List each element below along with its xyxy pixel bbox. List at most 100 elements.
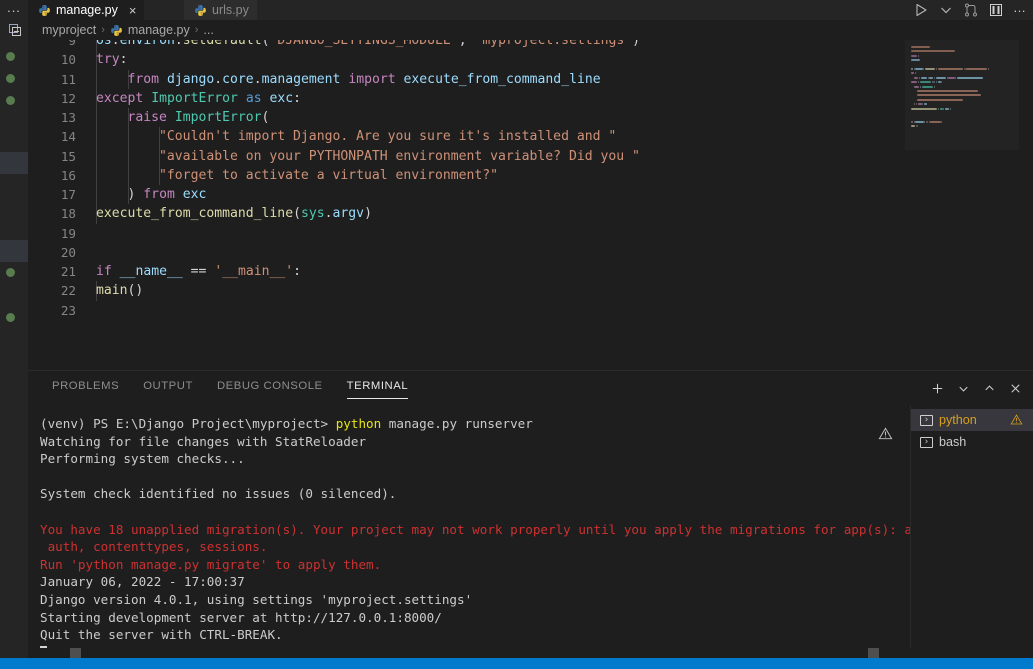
code-line[interactable]: 11 from django.core.management import exe… xyxy=(28,69,1033,89)
code-token: . xyxy=(253,71,262,87)
close-icon[interactable]: × xyxy=(129,4,137,17)
status-bar[interactable] xyxy=(0,658,1033,669)
minimap-line xyxy=(911,54,918,57)
code-text: "Couldn't import Django. Are you sure it… xyxy=(159,127,616,146)
minimap-line xyxy=(917,90,979,92)
panel-tab-terminal[interactable]: TERMINAL xyxy=(346,380,409,399)
line-number: 12 xyxy=(60,90,76,106)
panel-tab-list: PROBLEMS OUTPUT DEBUG CONSOLE TERMINAL xyxy=(28,371,1033,405)
code-line[interactable]: 18 execute_from_command_line(sys.argv) xyxy=(28,204,1033,224)
minimap-line xyxy=(937,68,963,70)
code-line[interactable]: 14 "Couldn't import Django. Are you sure … xyxy=(28,127,1033,147)
code-token: from xyxy=(127,71,160,87)
horizontal-scrollbar[interactable] xyxy=(0,648,1033,658)
tab-manage-py[interactable]: manage.py × xyxy=(28,0,145,20)
python-file-icon xyxy=(194,4,207,17)
editor-overview-ruler[interactable] xyxy=(1019,40,1033,370)
plus-icon[interactable] xyxy=(930,381,945,396)
terminal-list-item-python[interactable]: › python xyxy=(911,409,1033,431)
code-token: environ xyxy=(119,40,175,48)
code-token: management xyxy=(261,71,341,87)
code-text: try: xyxy=(96,50,128,69)
code-token: execute_from_command_line xyxy=(96,206,294,222)
scrollbar-thumb[interactable] xyxy=(868,648,879,658)
chevron-down-icon[interactable] xyxy=(938,2,954,18)
split-editor-icon[interactable] xyxy=(7,22,23,38)
breadcrumb-item-file[interactable]: manage.py xyxy=(128,23,190,37)
tab-label: urls.py xyxy=(212,3,249,17)
terminal-list-item-bash[interactable]: › bash xyxy=(911,431,1033,453)
code-text: main() xyxy=(96,281,143,300)
code-line[interactable]: 22 main() xyxy=(28,281,1033,301)
code-token: : xyxy=(293,264,302,279)
code-line[interactable]: 16 "forget to activate a virtual environm… xyxy=(28,165,1033,185)
terminal-line: Starting development server at http://12… xyxy=(40,609,910,627)
chevron-up-icon[interactable] xyxy=(982,381,997,396)
code-line[interactable]: 17) from exc xyxy=(28,185,1033,205)
code-line[interactable]: 20 xyxy=(28,243,1033,262)
line-number: 17 xyxy=(60,187,76,202)
code-token: , xyxy=(458,40,475,48)
scrollbar-left-pad xyxy=(0,648,28,658)
code-token: 'myproject.settings' xyxy=(474,40,633,48)
activity-more-icon[interactable]: ... xyxy=(3,1,25,17)
breadcrumb-item-symbol[interactable]: ... xyxy=(203,23,213,37)
code-line[interactable]: 13 raise ImportError( xyxy=(28,108,1033,128)
close-icon[interactable] xyxy=(1008,381,1023,396)
code-line[interactable]: 10 try: xyxy=(28,50,1033,70)
code-line[interactable]: 9 os.environ.setdefault('DJANGO_SETTINGS_… xyxy=(28,40,1033,51)
line-number: 19 xyxy=(60,225,76,241)
code-token: 'DJANGO_SETTINGS_MODULE' xyxy=(269,40,459,48)
minimap-line xyxy=(937,81,941,84)
code-line[interactable]: 12 except ImportError as exc: xyxy=(28,88,1033,108)
code-line[interactable]: 19 xyxy=(28,224,1033,243)
terminal-line: Performing system checks... xyxy=(40,450,910,468)
code-token: ( xyxy=(293,206,301,222)
overview-marker xyxy=(6,52,15,61)
bottom-panel: PROBLEMS OUTPUT DEBUG CONSOLE TERMINAL (… xyxy=(28,370,1033,660)
source-control-icon[interactable] xyxy=(963,2,979,18)
play-icon[interactable] xyxy=(913,2,929,18)
breadcrumb-separator: › xyxy=(194,24,199,36)
line-number: 9 xyxy=(68,40,76,48)
code-line[interactable]: 21 if __name__ == '__main__': xyxy=(28,262,1033,281)
breadcrumb-item-project[interactable]: myproject xyxy=(42,23,96,37)
tab-urls-py[interactable]: urls.py xyxy=(184,0,257,20)
minimap-line xyxy=(930,120,941,123)
chevron-down-icon[interactable] xyxy=(956,381,971,396)
code-lines[interactable]: 9 os.environ.setdefault('DJANGO_SETTINGS_… xyxy=(28,40,1033,320)
panel-tab-output[interactable]: OUTPUT xyxy=(143,380,193,397)
code-line[interactable]: 15 "available on your PYTHONPATH environm… xyxy=(28,146,1033,166)
minimap-line xyxy=(939,107,943,110)
minimap-line xyxy=(911,46,930,48)
minimap-line xyxy=(911,59,921,62)
terminal-prompt-icon: › xyxy=(920,414,933,426)
code-editor[interactable]: 9 os.environ.setdefault('DJANGO_SETTINGS_… xyxy=(28,40,1033,370)
code-token: ) xyxy=(632,40,641,48)
warning-icon xyxy=(1010,413,1023,426)
ellipsis-icon[interactable]: … xyxy=(1013,1,1029,18)
panel-tab-debug-console[interactable]: DEBUG CONSOLE xyxy=(217,380,323,397)
scrollbar-thumb[interactable] xyxy=(70,648,81,658)
panel-tab-problems[interactable]: PROBLEMS xyxy=(52,380,119,397)
code-text: raise ImportError( xyxy=(128,108,270,127)
terminal-output[interactable]: (venv) PS E:\Django Project\myproject> p… xyxy=(28,405,950,660)
minimap[interactable] xyxy=(905,40,1019,370)
editor-layout-icon[interactable] xyxy=(988,2,1004,18)
code-token: : xyxy=(293,90,302,106)
line-number: 22 xyxy=(60,283,76,299)
indent-guide xyxy=(96,108,97,128)
code-text: if __name__ == '__main__': xyxy=(96,262,301,281)
code-line[interactable]: 23 xyxy=(28,301,1033,320)
editor-actions: … xyxy=(913,0,1029,20)
breadcrumb: myproject › manage.py › ... xyxy=(28,20,1033,40)
code-token: import xyxy=(348,71,396,87)
terminal-command-line: (venv) PS E:\Django Project\myproject> p… xyxy=(40,415,910,433)
terminal-error-line: Run 'python manage.py migrate' to apply … xyxy=(40,556,910,574)
terminal-error-line: auth, contenttypes, sessions. xyxy=(40,538,910,556)
code-token: argv xyxy=(332,206,365,222)
